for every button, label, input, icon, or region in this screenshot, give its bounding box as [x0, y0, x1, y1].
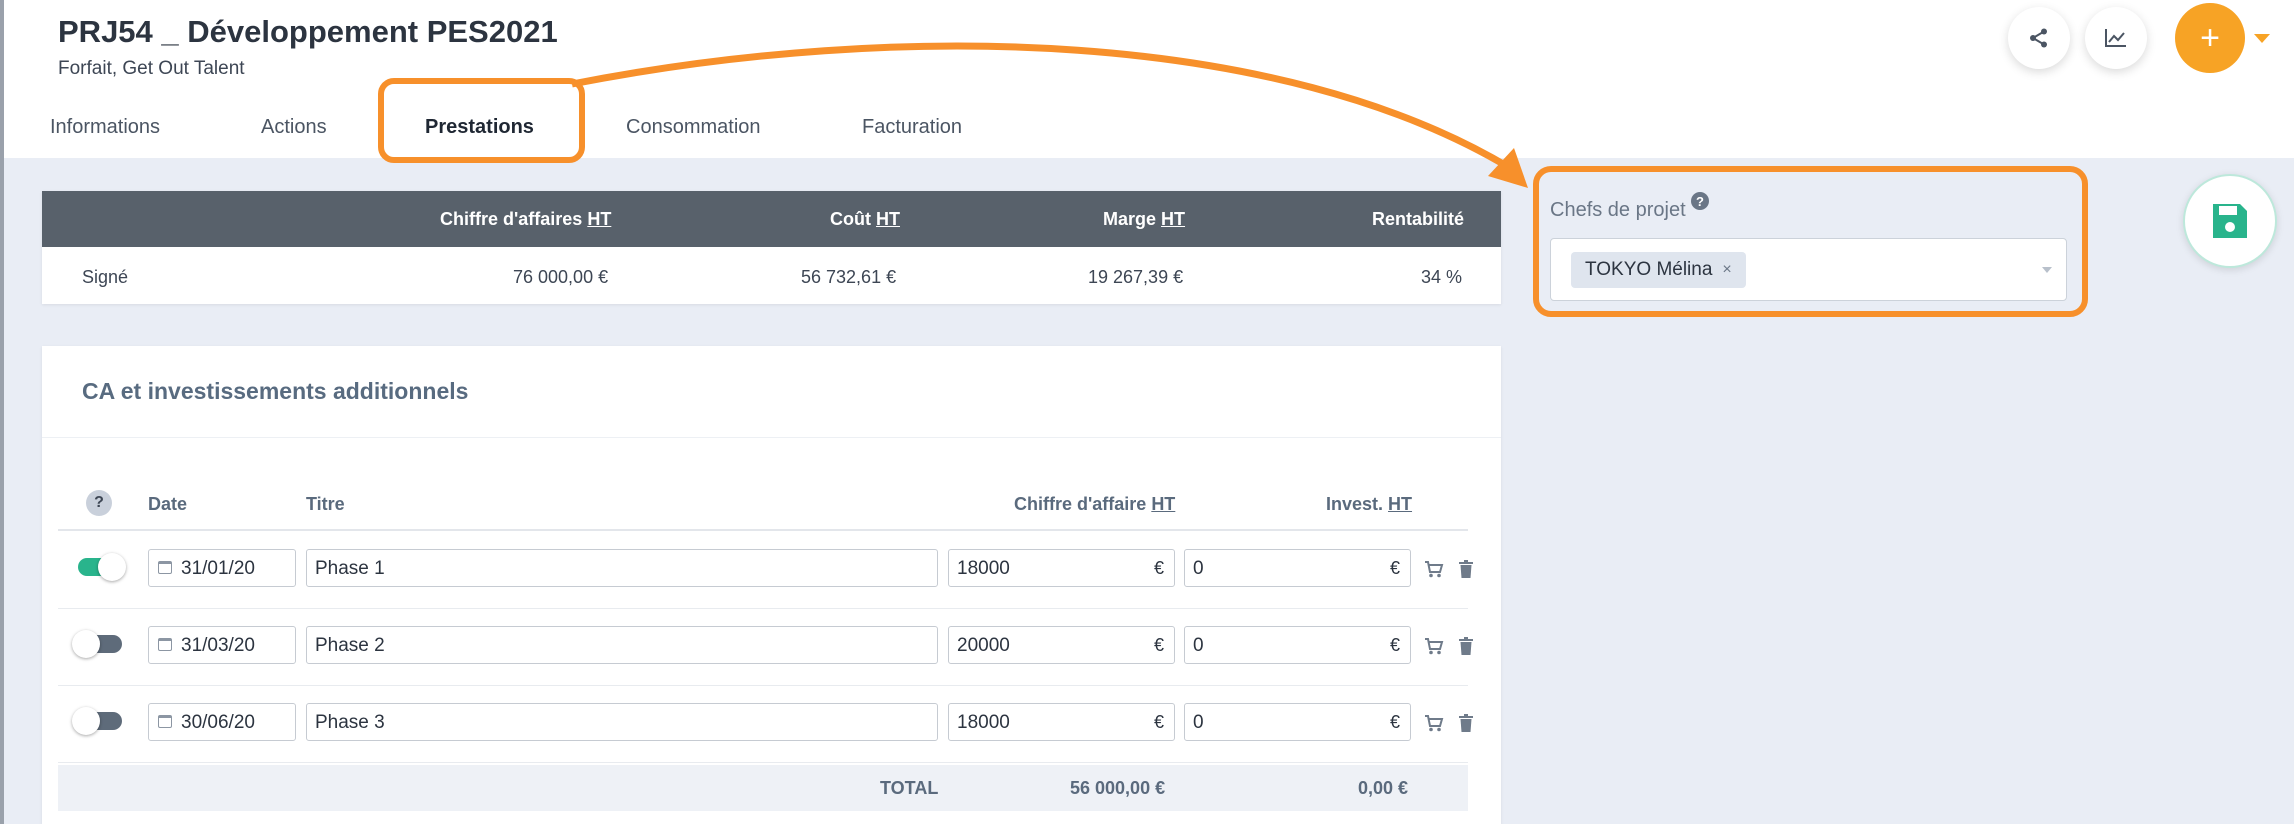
ca-input[interactable]: 18000 € — [948, 703, 1175, 741]
summary-value-marge: 19 267,39 € — [1088, 267, 1184, 287]
invest-input[interactable]: 0 € — [1184, 626, 1411, 664]
column-header-date: Date — [148, 494, 188, 514]
summary-header-ca: Chiffre d'affaires HT — [440, 209, 612, 229]
trash-icon[interactable] — [1458, 714, 1474, 732]
calendar-icon — [158, 715, 172, 728]
summary-row-label: Signé — [82, 267, 129, 287]
summary-header-marge: Marge HT — [1103, 209, 1186, 229]
tab-consommation[interactable]: Consommation — [626, 116, 761, 139]
page-subtitle: Forfait, Get Out Talent — [58, 58, 245, 79]
section-title: CA et investissements additionnels — [82, 378, 469, 404]
trash-icon[interactable] — [1458, 637, 1474, 655]
title-input[interactable]: Phase 3 — [306, 703, 938, 741]
total-label: TOTAL — [880, 778, 939, 798]
row-toggle[interactable] — [72, 630, 122, 658]
tab-facturation[interactable]: Facturation — [862, 116, 962, 139]
summary-value-cout: 56 732,61 € — [801, 267, 897, 287]
chefs-select[interactable]: TOKYO Mélina × — [1550, 238, 2067, 301]
summary-table: Chiffre d'affaires HT Coût HT Marge HT R… — [42, 191, 1501, 304]
tab-actions[interactable]: Actions — [261, 116, 327, 139]
question-icon[interactable]: ? — [1691, 192, 1709, 210]
ca-input[interactable]: 18000 € — [948, 549, 1175, 587]
row-toggle[interactable] — [78, 553, 126, 581]
stats-button[interactable] — [2085, 7, 2147, 69]
title-input[interactable]: Phase 1 — [306, 549, 938, 587]
ca-investments-card: CA et investissements additionnels ? Dat… — [42, 346, 1501, 824]
column-header-invest: Invest. HT — [1326, 494, 1413, 514]
date-input[interactable]: 31/03/20 — [148, 626, 296, 664]
date-input[interactable]: 31/01/20 — [148, 549, 296, 587]
summary-header-rentabilite: Rentabilité — [1372, 209, 1465, 229]
table-row: 31/03/20 Phase 2 20000 € 0 € — [58, 608, 1473, 686]
summary-header-row: Chiffre d'affaires HT Coût HT Marge HT R… — [42, 191, 1501, 247]
total-ca: 56 000,00 € — [1070, 778, 1166, 798]
summary-header-cout: Coût HT — [830, 209, 900, 229]
divider — [42, 437, 1501, 438]
date-input[interactable]: 30/06/20 — [148, 703, 296, 741]
column-header-titre: Titre — [306, 494, 345, 514]
chef-tag: TOKYO Mélina × — [1571, 252, 1746, 288]
tab-informations[interactable]: Informations — [50, 116, 160, 139]
summary-value-rentabilite: 34 % — [1421, 267, 1463, 287]
remove-tag-icon[interactable]: × — [1722, 261, 1731, 279]
help-icon[interactable]: ? — [86, 490, 112, 516]
trash-icon[interactable] — [1458, 560, 1474, 578]
share-button[interactable] — [2008, 7, 2070, 69]
add-dropdown-caret-icon[interactable] — [2254, 34, 2270, 43]
add-button[interactable]: + — [2175, 3, 2245, 73]
ca-input[interactable]: 20000 € — [948, 626, 1175, 664]
cart-icon[interactable] — [1424, 714, 1444, 732]
save-button[interactable] — [2183, 174, 2277, 268]
calendar-icon — [158, 638, 172, 651]
summary-value-ca: 76 000,00 € — [513, 267, 609, 287]
share-icon — [2030, 28, 2047, 48]
row-toggle[interactable] — [72, 707, 122, 735]
table-row: 30/06/20 Phase 3 18000 € 0 € — [58, 685, 1473, 763]
chart-icon — [2105, 29, 2126, 47]
save-icon — [2213, 204, 2247, 238]
title-input[interactable]: Phase 2 — [306, 626, 938, 664]
invest-input[interactable]: 0 € — [1184, 549, 1411, 587]
total-invest: 0,00 € — [1358, 778, 1409, 798]
cart-icon[interactable] — [1424, 637, 1444, 655]
calendar-icon — [158, 561, 172, 574]
page-header: PRJ54 _ Développement PES2021 Forfait, G… — [4, 0, 2294, 158]
total-row: TOTAL 56 000,00 € 0,00 € — [58, 765, 1468, 811]
prestations-tab-highlight — [378, 78, 585, 163]
chef-tag-label: TOKYO Mélina — [1585, 259, 1713, 280]
cart-icon[interactable] — [1424, 560, 1444, 578]
chevron-down-icon[interactable] — [2042, 267, 2052, 273]
column-header-ca: Chiffre d'affaire HT — [1014, 494, 1176, 514]
chefs-label: Chefs de projet — [1550, 199, 1686, 221]
table-row: 31/01/20 Phase 1 18000 € 0 € — [58, 531, 1473, 609]
invest-input[interactable]: 0 € — [1184, 703, 1411, 741]
page-title: PRJ54 _ Développement PES2021 — [58, 14, 558, 49]
